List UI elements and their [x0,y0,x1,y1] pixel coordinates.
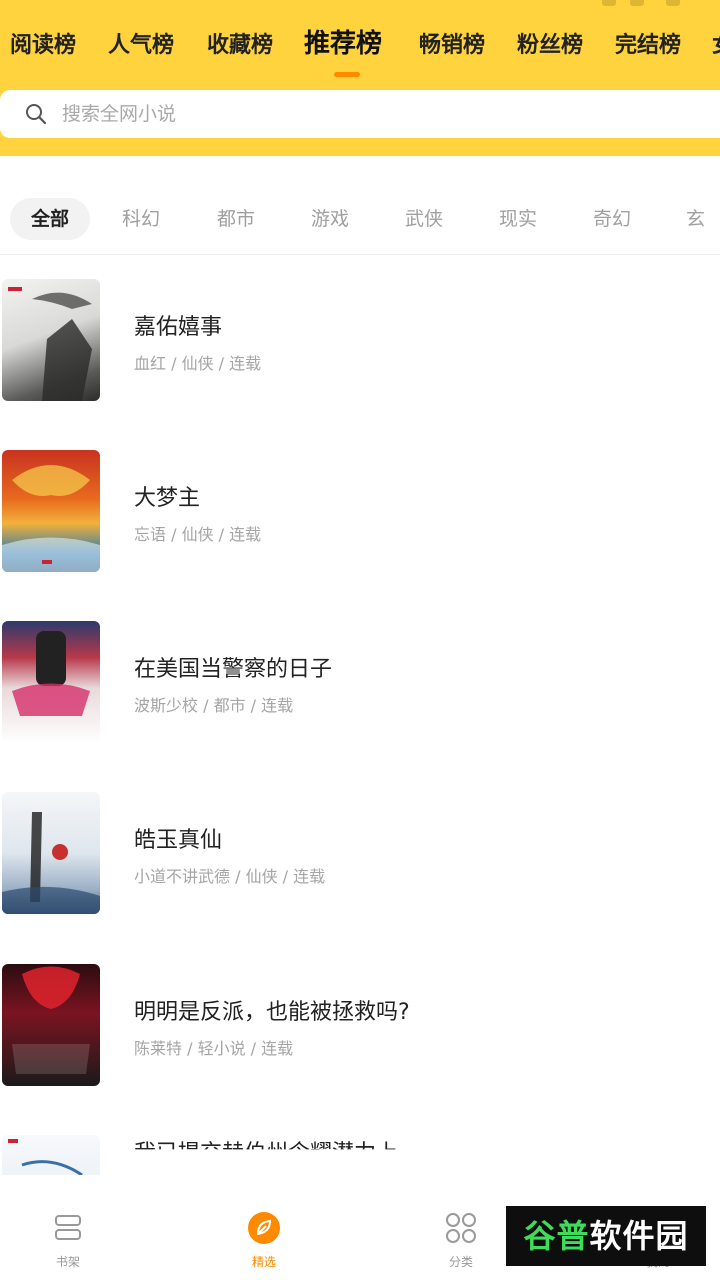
book-title: 我已提交赫伯州令耀潜力上 [134,1141,399,1166]
book-cover [2,792,100,914]
cover-art [12,966,90,1074]
genre-tab-xuanhuan[interactable]: 玄幻 [686,198,720,240]
book-item[interactable]: 嘉佑嬉事 血红 / 仙侠 / 连载 [0,255,720,405]
cover-art [2,465,100,572]
nav-label: 精选 [251,1255,276,1269]
cover-art [8,287,92,401]
nav-label: 分类 [448,1255,473,1269]
genre-tab-scifi[interactable]: 科幻 [122,198,160,240]
status-icon [666,0,680,6]
status-bar [600,0,720,8]
status-icon [630,0,644,6]
cover-art [2,812,100,914]
rank-tab-popular[interactable]: 人气榜 [108,24,174,68]
book-cover [2,621,100,743]
header: 阅读榜 人气榜 收藏榜 推荐榜 畅销榜 粉丝榜 完结榜 女 搜索全网小说 [0,0,720,156]
app-root: 阅读榜 人气榜 收藏榜 推荐榜 畅销榜 粉丝榜 完结榜 女 搜索全网小说 全部 … [0,0,720,1280]
rank-tab-female[interactable]: 女 [712,24,720,68]
book-title: 在美国当警察的日子 [134,657,333,682]
book-item[interactable]: 大梦主 忘语 / 仙侠 / 连载 [0,426,720,576]
genre-tab-wuxia[interactable]: 武侠 [405,198,443,240]
book-title: 明明是反派，也能被拯救吗? [134,1000,410,1025]
book-meta: 陈莱特 / 轻小说 / 连载 [134,1039,294,1058]
book-cover [2,964,100,1086]
watermark-text-green: 谷普 [523,1217,590,1255]
rank-tab-fans[interactable]: 粉丝榜 [517,24,583,68]
rank-tab-recommend[interactable]: 推荐榜 [304,24,382,66]
book-meta: 小道不讲武德 / 仙侠 / 连载 [134,867,326,886]
book-title: 嘉佑嬉事 [134,315,223,340]
genre-tab-fantasy[interactable]: 奇幻 [593,198,631,240]
genre-tab-all[interactable]: 全部 [10,198,90,240]
book-cover [2,279,100,401]
book-cover [2,1135,100,1175]
book-item[interactable]: 皓玉真仙 小道不讲武德 / 仙侠 / 连载 [0,768,720,918]
nav-item-bookshelf[interactable]: 书架 [8,1180,128,1280]
genre-tab-game[interactable]: 游戏 [311,198,349,240]
rank-tab-indicator [334,72,360,77]
status-icon [602,0,616,6]
rank-tab-reading[interactable]: 阅读榜 [10,24,76,68]
rank-tabs: 阅读榜 人气榜 收藏榜 推荐榜 畅销榜 粉丝榜 完结榜 女 [0,24,720,76]
nav-item-category[interactable]: 分类 [401,1180,521,1280]
watermark-logo: 谷普软件园 [506,1206,706,1266]
watermark-text-white: 软件园 [589,1217,689,1255]
search-placeholder: 搜索全网小说 [62,103,177,125]
genre-tab-reality[interactable]: 现实 [499,198,537,240]
book-title: 大梦主 [134,486,201,511]
genre-tabs: 全部 科幻 都市 游戏 武侠 现实 奇幻 玄幻 [0,198,720,242]
rank-tab-finished[interactable]: 完结榜 [615,24,681,68]
bookshelf-icon [55,1215,81,1240]
cover-art [8,1139,83,1175]
book-list: 嘉佑嬉事 血红 / 仙侠 / 连载 大梦主 忘语 / 仙侠 / 连载 在美国当警… [0,255,720,1175]
search-icon [26,104,47,125]
book-meta: 波斯少校 / 都市 / 连载 [134,696,294,715]
nav-label: 书架 [55,1255,80,1269]
book-item[interactable]: 我已提交赫伯州令耀潜力上 [0,1111,720,1175]
book-title: 皓玉真仙 [134,828,223,853]
book-item[interactable]: 明明是反派，也能被拯救吗? 陈莱特 / 轻小说 / 连载 [0,940,720,1090]
book-meta: 血红 / 仙侠 / 连载 [134,354,262,373]
book-meta: 忘语 / 仙侠 / 连载 [134,525,262,544]
book-item[interactable]: 在美国当警察的日子 波斯少校 / 都市 / 连载 [0,597,720,747]
nav-item-featured[interactable]: 精选 [204,1180,324,1280]
search-input[interactable]: 搜索全网小说 [0,90,720,138]
book-cover [2,450,100,572]
rank-tab-collect[interactable]: 收藏榜 [207,24,273,68]
category-grid-icon [446,1213,476,1243]
featured-leaf-icon [248,1212,280,1244]
genre-tab-urban[interactable]: 都市 [217,198,255,240]
rank-tab-bestseller[interactable]: 畅销榜 [419,24,485,68]
cover-art [12,631,90,716]
